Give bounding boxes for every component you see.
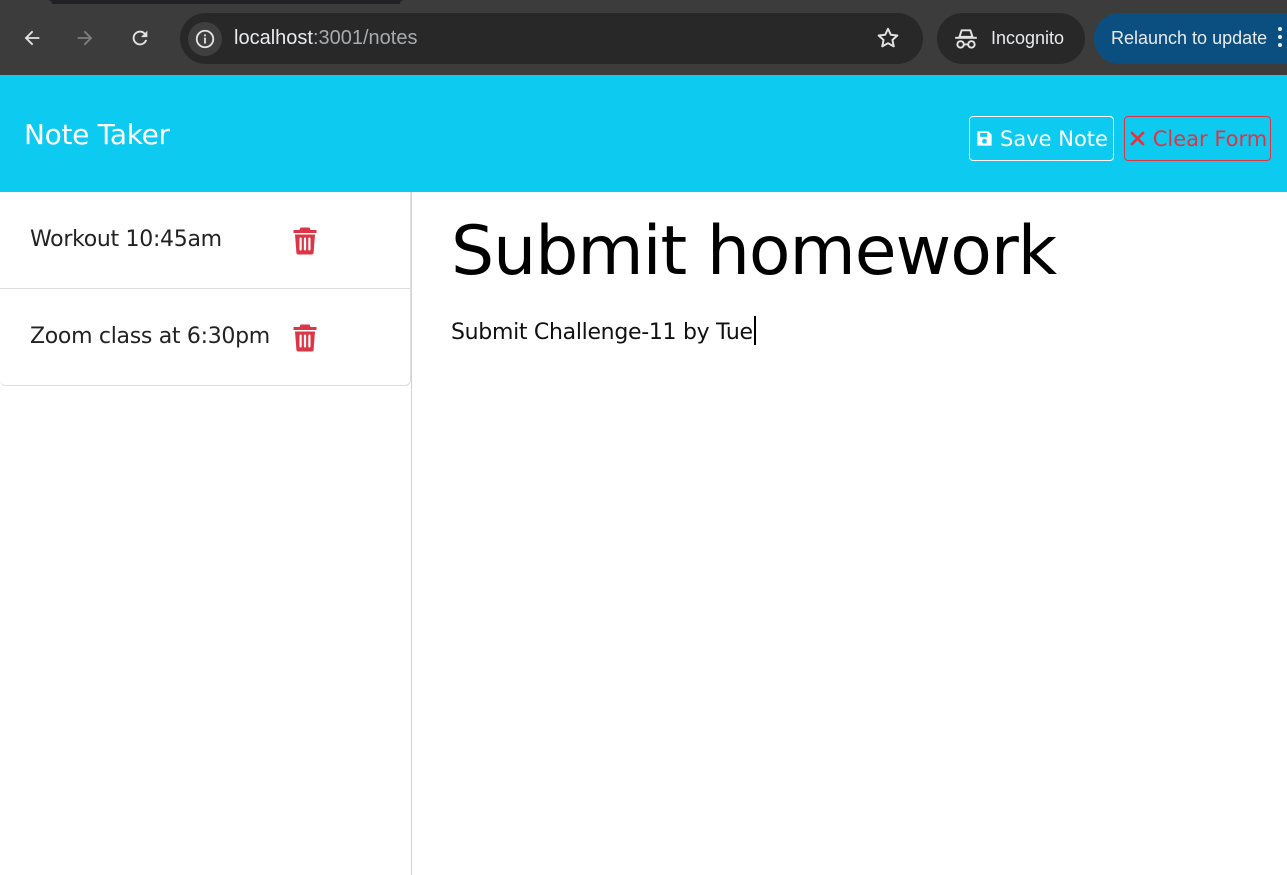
close-icon: [1130, 131, 1145, 146]
app-brand[interactable]: Note Taker: [24, 118, 170, 151]
app-navbar: Note Taker Save Note Clear Form: [0, 75, 1287, 192]
back-button[interactable]: [14, 20, 50, 56]
reload-icon: [132, 30, 148, 46]
save-note-label: Save Note: [1000, 126, 1108, 151]
address-bar[interactable]: localhost:3001/notes: [180, 13, 923, 64]
incognito-label: Incognito: [991, 28, 1065, 48]
clear-form-label: Clear Form: [1152, 126, 1268, 151]
info-icon: [195, 29, 215, 49]
relaunch-label: Relaunch to update: [1111, 28, 1268, 48]
incognito-icon: [955, 29, 977, 49]
back-arrow-icon: [24, 30, 40, 46]
list-item[interactable]: Workout 10:45am: [0, 192, 410, 289]
star-icon[interactable]: [875, 25, 901, 51]
relaunch-button[interactable]: Relaunch to update: [1094, 13, 1287, 64]
site-info-button[interactable]: [188, 22, 222, 56]
notes-sidebar: Workout 10:45am Zoom class at 6:30pm: [0, 192, 412, 875]
note-title-input[interactable]: Submit homework: [451, 212, 1057, 291]
url-path: :3001/notes: [312, 27, 418, 49]
browser-toolbar: localhost:3001/notes Incognito Relaunch …: [0, 0, 1287, 75]
reload-button[interactable]: [122, 20, 158, 56]
note-item-title[interactable]: Workout 10:45am: [30, 227, 222, 252]
note-text-area[interactable]: Submit Challenge-11 by Tue: [451, 316, 1251, 856]
more-vert-icon[interactable]: [1278, 27, 1284, 51]
forward-button[interactable]: [67, 20, 103, 56]
incognito-indicator[interactable]: Incognito: [937, 13, 1085, 64]
clear-form-button[interactable]: Clear Form: [1124, 116, 1271, 161]
trash-icon[interactable]: [292, 323, 318, 352]
trash-icon[interactable]: [292, 226, 318, 255]
forward-arrow-icon: [77, 30, 93, 46]
list-item[interactable]: Zoom class at 6:30pm: [0, 289, 410, 385]
note-item-title[interactable]: Zoom class at 6:30pm: [30, 324, 270, 349]
url-host: localhost: [234, 27, 313, 49]
tab-strip-edge: [400, 0, 1287, 4]
save-icon: [977, 131, 992, 146]
note-text-value: Submit Challenge-11 by Tue: [451, 320, 753, 345]
active-tab-edge: [0, 0, 52, 4]
notes-list: Workout 10:45am Zoom class at 6:30pm: [0, 192, 411, 386]
url-text[interactable]: localhost:3001/notes: [234, 27, 417, 50]
save-note-button[interactable]: Save Note: [969, 116, 1114, 161]
text-caret: [753, 316, 756, 345]
